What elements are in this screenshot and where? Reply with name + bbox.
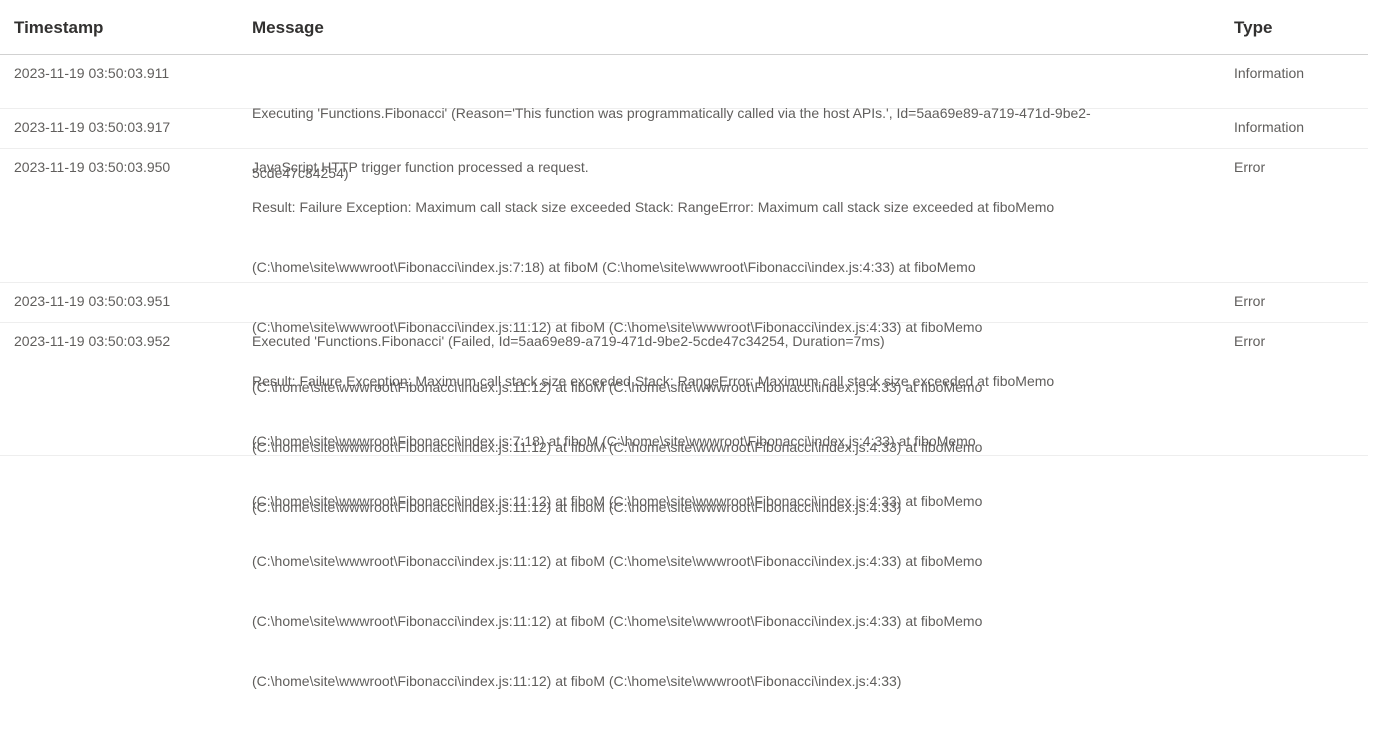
- row-type: Information: [1234, 65, 1305, 81]
- table-row[interactable]: 2023-11-19 03:50:03.917 JavaScript HTTP …: [0, 109, 1368, 175]
- message-line: Result: Failure Exception: Maximum call …: [252, 199, 1055, 215]
- message-line: (C:\home\site\wwwroot\Fibonacci\index.js…: [252, 673, 902, 689]
- column-header-message[interactable]: Message: [252, 0, 1234, 54]
- table-header: Timestamp Message Type: [0, 0, 1368, 55]
- message-line: Result: Failure Exception: Maximum call …: [252, 373, 1055, 389]
- row-timestamp: 2023-11-19 03:50:03.911: [14, 65, 170, 81]
- table-row[interactable]: 2023-11-19 03:50:03.911 Executing 'Funct…: [0, 55, 1368, 181]
- column-header-timestamp[interactable]: Timestamp: [0, 0, 252, 54]
- row-timestamp: 2023-11-19 03:50:03.917: [14, 119, 171, 135]
- row-message: Result: Failure Exception: Maximum call …: [252, 149, 1234, 515]
- message-line: (C:\home\site\wwwroot\Fibonacci\index.js…: [252, 433, 976, 449]
- message-line: (C:\home\site\wwwroot\Fibonacci\index.js…: [252, 613, 983, 629]
- row-type: Error: [1234, 159, 1266, 175]
- table-row[interactable]: 2023-11-19 03:50:03.950 Result: Failure …: [0, 149, 1368, 515]
- table-row[interactable]: 2023-11-19 03:50:03.951 Executed 'Functi…: [0, 283, 1368, 349]
- row-message: Executed 'Functions.Fibonacci' (Failed, …: [252, 283, 1234, 349]
- row-type: Information: [1234, 119, 1305, 135]
- row-message: Result: Failure Exception: Maximum call …: [252, 323, 1234, 689]
- column-header-type[interactable]: Type: [1234, 0, 1368, 54]
- row-timestamp: 2023-11-19 03:50:03.951: [14, 293, 171, 309]
- message-line: (C:\home\site\wwwroot\Fibonacci\index.js…: [252, 493, 983, 509]
- row-timestamp: 2023-11-19 03:50:03.950: [14, 159, 171, 175]
- log-table: Timestamp Message Type 2023-11-19 03:50:…: [0, 0, 1368, 689]
- row-timestamp: 2023-11-19 03:50:03.952: [14, 333, 171, 349]
- row-message: JavaScript HTTP trigger function process…: [252, 109, 1234, 175]
- row-type: Error: [1234, 333, 1266, 349]
- row-type: Error: [1234, 293, 1266, 309]
- message-line: (C:\home\site\wwwroot\Fibonacci\index.js…: [252, 259, 976, 275]
- message-line: (C:\home\site\wwwroot\Fibonacci\index.js…: [252, 553, 983, 569]
- row-message: Executing 'Functions.Fibonacci' (Reason=…: [252, 55, 1234, 181]
- table-row[interactable]: 2023-11-19 03:50:03.952 Result: Failure …: [0, 323, 1368, 689]
